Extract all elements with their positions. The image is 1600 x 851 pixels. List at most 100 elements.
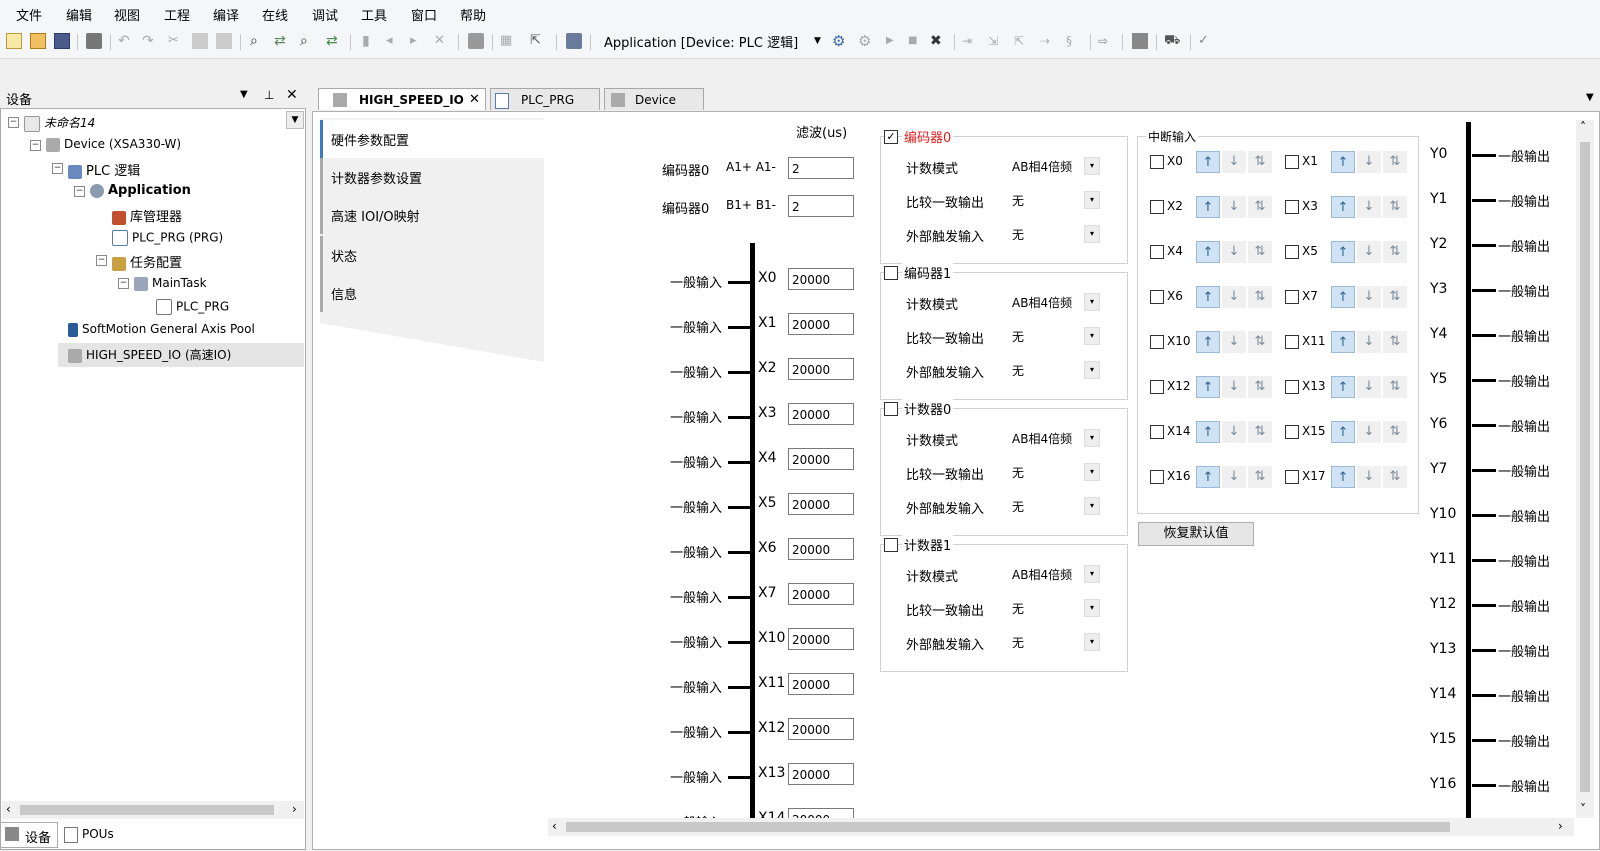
tree-item-maintask[interactable]: MainTask bbox=[134, 276, 207, 291]
dropdown-arrow-icon[interactable]: ▾ bbox=[1084, 565, 1100, 583]
counter-field-value[interactable]: AB相4倍频 bbox=[1012, 566, 1072, 583]
scroll-left-icon[interactable]: ‹ bbox=[6, 802, 11, 816]
counter-field-value[interactable]: 无 bbox=[1012, 192, 1024, 209]
both-edges-icon[interactable]: ⇅ bbox=[1383, 421, 1407, 443]
rising-edge-icon[interactable]: ↑ bbox=[1196, 376, 1220, 398]
menu-tools[interactable]: 工具 bbox=[361, 5, 387, 24]
tree-item-library-manager[interactable]: 库管理器 bbox=[112, 206, 182, 225]
falling-edge-icon[interactable]: ↓ bbox=[1357, 151, 1381, 173]
tree-item-plc-prg-call[interactable]: PLC_PRG bbox=[156, 299, 229, 315]
tree-item-task-config[interactable]: 任务配置 bbox=[112, 252, 182, 271]
counter-enable-checkbox[interactable] bbox=[884, 402, 898, 416]
input-filter-field[interactable]: 20000 bbox=[788, 268, 854, 290]
tree-collapse-icon[interactable]: − bbox=[52, 163, 63, 174]
dropdown-arrow-icon[interactable]: ▾ bbox=[1084, 463, 1100, 481]
wrench-icon[interactable]: ✖ bbox=[930, 33, 946, 49]
bottom-tab-pous[interactable]: POUs bbox=[60, 824, 120, 846]
step-over-icon[interactable]: ⇥ bbox=[962, 33, 978, 49]
force-icon[interactable]: ⇨ bbox=[1098, 33, 1114, 49]
falling-edge-icon[interactable]: ↓ bbox=[1357, 376, 1381, 398]
falling-edge-icon[interactable]: ↓ bbox=[1357, 241, 1381, 263]
input-filter-field[interactable]: 20000 bbox=[788, 718, 854, 740]
interrupt-checkbox[interactable] bbox=[1285, 200, 1299, 214]
nav-status[interactable]: 状态 bbox=[320, 236, 544, 274]
input-filter-field[interactable]: 20000 bbox=[788, 493, 854, 515]
counter-enable-checkbox[interactable] bbox=[884, 266, 898, 280]
interrupt-checkbox[interactable] bbox=[1285, 425, 1299, 439]
login-icon[interactable]: ⚙ bbox=[832, 33, 848, 49]
interrupt-checkbox[interactable] bbox=[1150, 155, 1164, 169]
calendar-icon[interactable] bbox=[566, 33, 582, 49]
scroll-thumb[interactable] bbox=[20, 805, 274, 815]
both-edges-icon[interactable]: ⇅ bbox=[1248, 376, 1272, 398]
falling-edge-icon[interactable]: ↓ bbox=[1357, 331, 1381, 353]
dropdown-arrow-icon[interactable]: ▾ bbox=[1084, 497, 1100, 515]
close-icon[interactable]: ✕ bbox=[286, 87, 298, 103]
rising-edge-icon[interactable]: ↑ bbox=[1331, 376, 1355, 398]
step-out-icon[interactable]: ⇱ bbox=[1014, 33, 1030, 49]
rising-edge-icon[interactable]: ↑ bbox=[1196, 151, 1220, 173]
tree-collapse-icon[interactable]: − bbox=[96, 255, 107, 266]
rising-edge-icon[interactable]: ↑ bbox=[1331, 286, 1355, 308]
scroll-thumb[interactable] bbox=[566, 822, 1450, 832]
bookmark-prev-icon[interactable]: ◂ bbox=[386, 33, 402, 49]
interrupt-checkbox[interactable] bbox=[1150, 425, 1164, 439]
counter-field-value[interactable]: AB相4倍频 bbox=[1012, 294, 1072, 311]
find-replace-icon[interactable]: ⇄ bbox=[274, 33, 290, 49]
dropdown-arrow-icon[interactable]: ▾ bbox=[1084, 599, 1100, 617]
rising-edge-icon[interactable]: ↑ bbox=[1196, 331, 1220, 353]
scroll-down-icon[interactable]: ˅ bbox=[1580, 802, 1586, 816]
menu-help[interactable]: 帮助 bbox=[460, 5, 486, 24]
menu-online[interactable]: 在线 bbox=[262, 5, 288, 24]
pin-icon[interactable]: ⊥ bbox=[264, 88, 274, 102]
interrupt-checkbox[interactable] bbox=[1150, 335, 1164, 349]
interrupt-checkbox[interactable] bbox=[1285, 335, 1299, 349]
tree-item-application[interactable]: Application bbox=[90, 183, 191, 198]
tree-collapse-icon[interactable]: − bbox=[118, 278, 129, 289]
both-edges-icon[interactable]: ⇅ bbox=[1383, 151, 1407, 173]
nav-info[interactable]: 信息 bbox=[320, 274, 544, 312]
counter-field-value[interactable]: 无 bbox=[1012, 226, 1024, 243]
rising-edge-icon[interactable]: ↑ bbox=[1196, 196, 1220, 218]
both-edges-icon[interactable]: ⇅ bbox=[1248, 331, 1272, 353]
stop-icon[interactable]: ■ bbox=[908, 33, 924, 49]
rising-edge-icon[interactable]: ↑ bbox=[1196, 286, 1220, 308]
window-icon[interactable] bbox=[468, 33, 484, 49]
close-tab-icon[interactable]: ✕ bbox=[469, 89, 480, 111]
open-folder-icon[interactable] bbox=[30, 33, 46, 49]
menu-edit[interactable]: 编辑 bbox=[66, 5, 92, 24]
counter-enable-checkbox[interactable] bbox=[884, 538, 898, 552]
restore-defaults-button[interactable]: 恢复默认值 bbox=[1138, 522, 1254, 546]
both-edges-icon[interactable]: ⇅ bbox=[1248, 421, 1272, 443]
rising-edge-icon[interactable]: ↑ bbox=[1331, 151, 1355, 173]
interrupt-checkbox[interactable] bbox=[1150, 290, 1164, 304]
rising-edge-icon[interactable]: ↑ bbox=[1331, 241, 1355, 263]
dropdown-arrow-icon[interactable]: ▾ bbox=[1084, 157, 1100, 175]
bookmark-clear-icon[interactable]: ✕ bbox=[434, 33, 450, 49]
counter-field-value[interactable]: AB相4倍频 bbox=[1012, 158, 1072, 175]
rising-edge-icon[interactable]: ↑ bbox=[1196, 241, 1220, 263]
menu-build[interactable]: 编译 bbox=[213, 5, 239, 24]
interrupt-checkbox[interactable] bbox=[1150, 380, 1164, 394]
falling-edge-icon[interactable]: ↓ bbox=[1222, 376, 1246, 398]
falling-edge-icon[interactable]: ↓ bbox=[1357, 286, 1381, 308]
redo-icon[interactable]: ↷ bbox=[142, 33, 158, 49]
input-filter-field[interactable]: 20000 bbox=[788, 583, 854, 605]
falling-edge-icon[interactable]: ↓ bbox=[1357, 466, 1381, 488]
dropdown-arrow-icon[interactable]: ▾ bbox=[1084, 293, 1100, 311]
input-filter-field[interactable]: 20000 bbox=[788, 763, 854, 785]
counter-field-value[interactable]: 无 bbox=[1012, 498, 1024, 515]
find-icon[interactable]: ⌕ bbox=[250, 33, 266, 49]
nav-hardware-config[interactable]: 硬件参数配置 bbox=[320, 120, 544, 158]
tree-item-axis-pool[interactable]: SoftMotion General Axis Pool bbox=[68, 322, 255, 337]
rising-edge-icon[interactable]: ↑ bbox=[1331, 331, 1355, 353]
interrupt-checkbox[interactable] bbox=[1285, 380, 1299, 394]
interrupt-checkbox[interactable] bbox=[1285, 155, 1299, 169]
input-filter-field[interactable]: 20000 bbox=[788, 313, 854, 335]
both-edges-icon[interactable]: ⇅ bbox=[1248, 466, 1272, 488]
rising-edge-icon[interactable]: ↑ bbox=[1196, 421, 1220, 443]
tree-collapse-icon[interactable]: − bbox=[8, 117, 19, 128]
monitor-icon[interactable] bbox=[1132, 33, 1148, 49]
both-edges-icon[interactable]: ⇅ bbox=[1383, 196, 1407, 218]
dropdown-arrow-icon[interactable]: ▾ bbox=[1084, 327, 1100, 345]
